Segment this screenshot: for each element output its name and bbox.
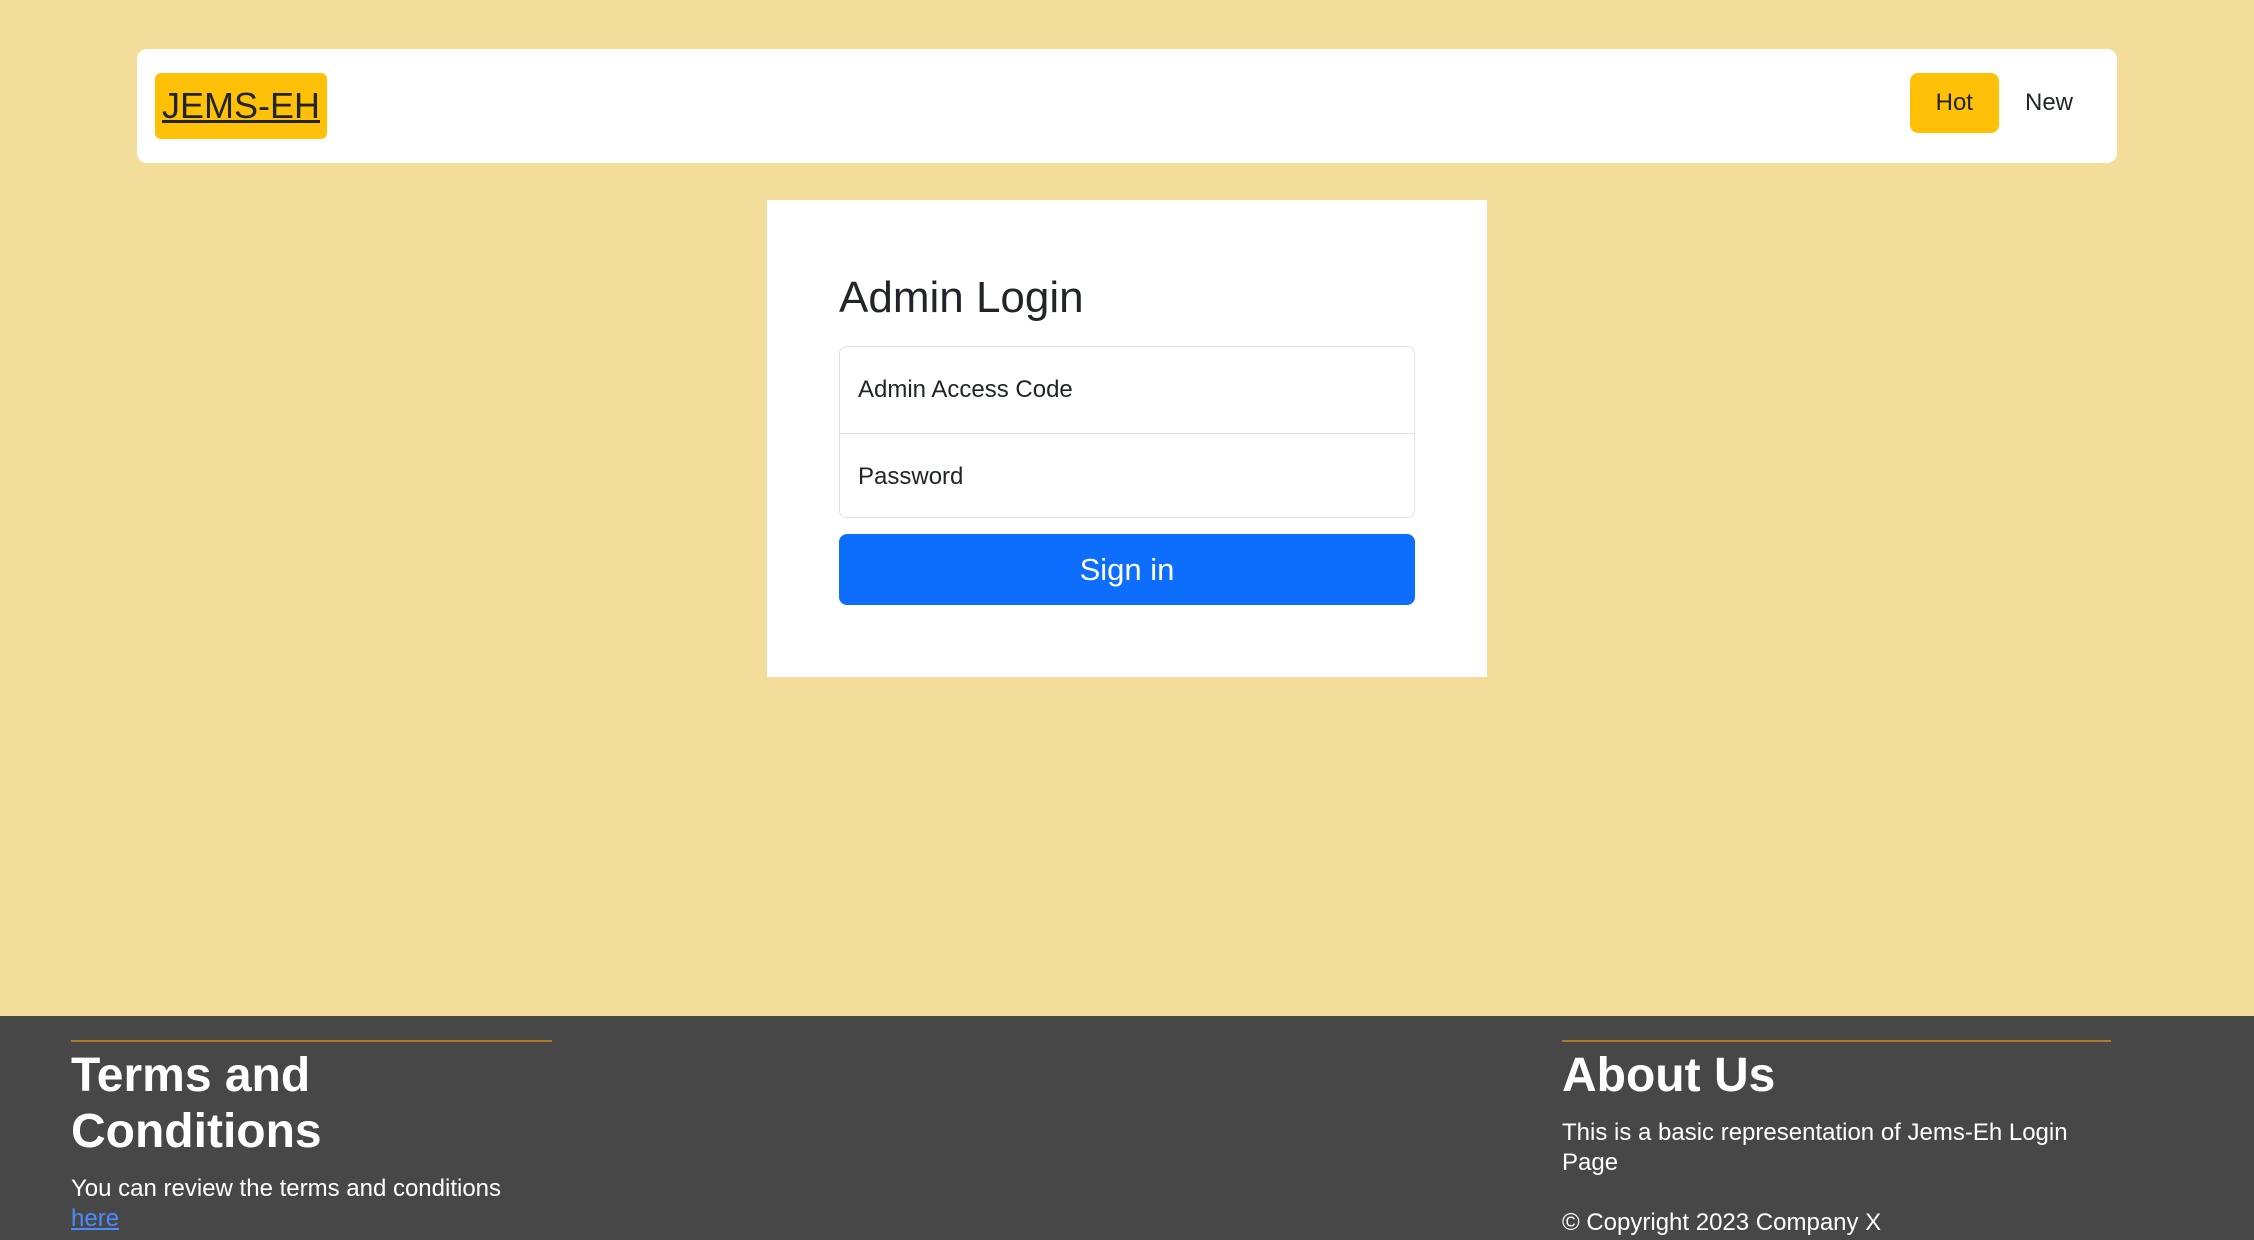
admin-access-code-field[interactable]: Admin Access Code [840, 347, 1414, 433]
terms-link[interactable]: here [71, 1205, 119, 1232]
terms-text: You can review the terms and conditions [71, 1175, 502, 1202]
navbar: JEMS-EH Hot New [137, 49, 2117, 163]
nav-link-hot[interactable]: Hot [1909, 73, 1999, 133]
about-heading: About Us [1562, 1049, 1776, 1102]
terms-section: Terms and Conditions You can review the … [71, 1040, 552, 1234]
sign-in-button[interactable]: Sign in [839, 534, 1415, 605]
copyright-text: © Copyright 2023 Company X [1562, 1209, 1882, 1236]
footer: Terms and Conditions You can review the … [0, 1016, 2254, 1240]
nav-link-new[interactable]: New [1999, 73, 2099, 133]
login-field-group: Admin Access Code Password [839, 346, 1415, 518]
password-field[interactable]: Password [840, 433, 1414, 517]
about-section: About Us This is a basic representation … [1562, 1040, 2111, 1238]
login-title: Admin Login [839, 273, 1084, 322]
terms-heading: Terms and Conditions [71, 1049, 322, 1158]
terms-divider [71, 1040, 552, 1042]
about-divider [1562, 1040, 2111, 1042]
nav-links: Hot New [1909, 73, 2099, 133]
about-text: This is a basic representation of Jems-E… [1562, 1119, 2068, 1176]
login-card: Admin Login Admin Access Code Password S… [767, 200, 1487, 677]
brand-link[interactable]: JEMS-EH [155, 73, 328, 139]
terms-text-line: You can review the terms and conditions … [71, 1174, 552, 1234]
